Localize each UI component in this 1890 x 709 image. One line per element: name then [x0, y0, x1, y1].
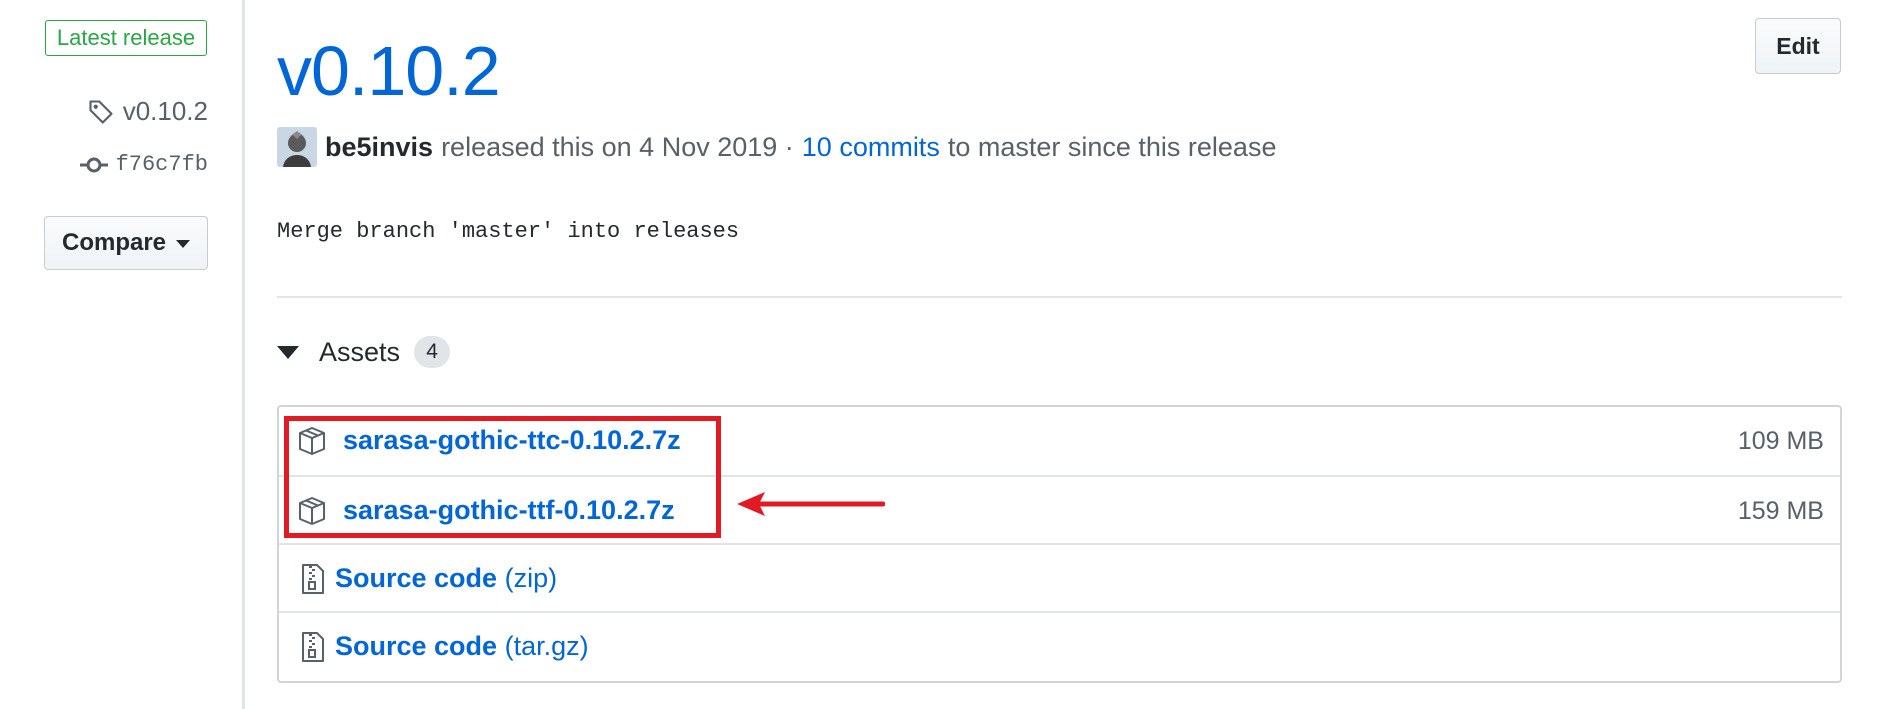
release-notes: Merge branch 'master' into releases [277, 219, 740, 244]
release-commit-label: f76c7fb [115, 152, 208, 177]
source-code-label: Source code [335, 631, 498, 661]
assets-heading: Assets [319, 336, 401, 367]
release-tag-link[interactable]: v0.10.2 [87, 96, 208, 127]
file-zip-icon [302, 564, 324, 594]
source-code-label: Source code [335, 563, 498, 593]
release-tag-label: v0.10.2 [122, 96, 208, 126]
section-divider [277, 296, 1842, 298]
asset-size: 159 MB [1737, 497, 1824, 525]
tag-icon [89, 99, 113, 124]
since-release-text: to master since this release [947, 131, 1277, 162]
edit-button[interactable]: Edit [1755, 18, 1841, 74]
commits-link[interactable]: 10 commits [802, 132, 940, 163]
caret-down-icon [176, 240, 191, 248]
latest-release-badge: Latest release [45, 20, 207, 56]
annotation-highlight-box [284, 416, 721, 538]
file-zip-icon [302, 632, 324, 662]
release-byline: be5invis released this on 4 Nov 2019 · 1… [277, 127, 1276, 167]
sidebar-divider [242, 0, 245, 709]
author-link[interactable]: be5invis [325, 132, 433, 163]
asset-row: Source code (tar.gz) [279, 611, 1840, 679]
source-code-zip-link[interactable]: Source code (zip) [335, 563, 557, 594]
source-code-format: (tar.gz) [504, 631, 589, 661]
compare-button-label: Compare [61, 229, 167, 256]
asset-row: Source code (zip) [279, 543, 1840, 611]
asset-size: 109 MB [1737, 427, 1824, 455]
released-text: released this on 4 Nov 2019 · [441, 131, 794, 162]
triangle-down-icon [277, 345, 299, 359]
source-code-format: (zip) [504, 563, 558, 593]
annotation-arrow-icon [737, 492, 885, 516]
assets-toggle[interactable]: Assets 4 [277, 336, 451, 368]
release-commit-link[interactable]: f76c7fb [79, 152, 208, 177]
compare-button[interactable]: Compare [44, 216, 208, 270]
assets-count-badge: 4 [414, 336, 451, 368]
author-avatar[interactable] [277, 127, 317, 167]
git-commit-icon [79, 157, 108, 172]
release-title-link[interactable]: v0.10.2 [277, 28, 501, 114]
source-code-targz-link[interactable]: Source code (tar.gz) [335, 631, 589, 662]
release-meta-sidebar: Latest release v0.10.2 f76c7fb Compare [0, 0, 242, 709]
